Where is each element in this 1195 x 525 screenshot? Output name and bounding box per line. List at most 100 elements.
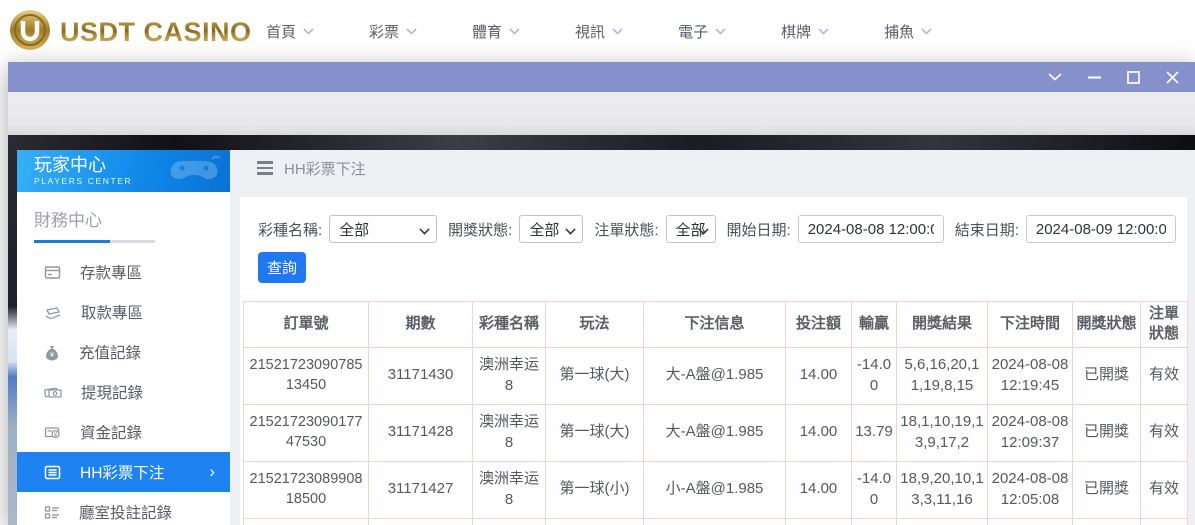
site-logo-text: USDT CASINO xyxy=(60,17,252,47)
cell-issue: 31171428 xyxy=(368,403,473,462)
svg-text:¥: ¥ xyxy=(50,351,54,358)
main-content: HH彩票下注 彩種名稱: 全部 開獎狀態: 全部 注單狀態: 全部 開始日期: … xyxy=(230,150,1195,525)
sidebar-item-withdrawal-records[interactable]: 提現記錄 xyxy=(17,372,230,412)
col-order-status: 注單狀態 xyxy=(1140,301,1188,348)
menu-toggle-icon[interactable] xyxy=(257,161,273,175)
nav-item-cards[interactable]: 棋牌 xyxy=(781,21,829,42)
window-minimize-button[interactable] xyxy=(1086,69,1102,85)
deposit-card-icon xyxy=(44,265,61,279)
order-status-select[interactable]: 全部 xyxy=(665,215,716,243)
chevron-down-icon xyxy=(1048,73,1062,81)
cell-bet-time: 2024-08-08 12:19:45 xyxy=(987,346,1073,405)
nav-item-label: 彩票 xyxy=(369,23,400,41)
cell-bet-info: 小-A盤@1.985 xyxy=(643,460,786,519)
window-collapse-button[interactable] xyxy=(1047,69,1063,85)
minimize-icon xyxy=(1087,76,1101,78)
chevron-down-icon xyxy=(715,27,726,35)
cell-play-type: 第一球(大) xyxy=(545,403,644,462)
sidebar-item-recharge-records[interactable]: ¥ 充值記錄 xyxy=(17,332,230,372)
nav-item-fishing[interactable]: 捕魚 xyxy=(884,21,932,42)
window-maximize-button[interactable] xyxy=(1125,69,1141,85)
cell-bet-amount: 14.00 xyxy=(785,346,852,405)
cell-issue: 31171430 xyxy=(368,346,473,405)
table-header-row: 訂單號 期數 彩種名稱 玩法 下注信息 投注額 輸贏 開獎結果 下注時間 開獎狀… xyxy=(243,301,1188,348)
cell-draw-result: 18,1,10,19,13,9,17,2 xyxy=(896,403,988,462)
chevron-right-icon: › xyxy=(209,462,215,481)
window-titlebar[interactable] xyxy=(8,62,1195,92)
order-status-select-label: 注單狀態: xyxy=(594,221,659,239)
sidebar-item-label: 提現記錄 xyxy=(81,385,144,402)
nav-item-home[interactable]: 首頁 xyxy=(266,21,314,42)
sidebar-item-label: 資金記錄 xyxy=(80,425,143,442)
cell-bet-time: 2024-08-08 12:05:08 xyxy=(987,460,1073,519)
lottery-select-label: 彩種名稱: xyxy=(258,221,323,239)
query-button[interactable]: 查詢 xyxy=(258,252,306,283)
cell-draw-result: 5,6,16,20,11,19,8,15 xyxy=(896,346,988,405)
cell-bet-info: 大-A盤@1.985 xyxy=(643,346,786,405)
order-status-select-value: 全部 xyxy=(675,221,706,239)
table-row: 2152172308990818500 31171427 澳洲幸运8 第一球(小… xyxy=(243,460,1188,519)
nav-item-label: 體育 xyxy=(472,23,503,41)
filter-bar: 彩種名稱: 全部 開獎狀態: 全部 注單狀態: 全部 開始日期: 2024-08… xyxy=(258,215,1176,243)
sidebar-item-hh-lottery-bets[interactable]: HH彩票下注 › xyxy=(17,452,230,492)
site-navbar: USDT CASINO 首頁 彩票 體育 視訊 電子 棋牌 捕魚 xyxy=(0,0,1195,62)
window-content: 玩家中心 PLAYERS CENTER 財務中心 存款專區 取款專區 ¥ 充值記… xyxy=(8,135,1195,525)
cell-lottery-name: 澳洲幸运8 xyxy=(472,403,546,462)
money-bag-icon: ¥ xyxy=(46,345,58,360)
cell-win-loss: -14.00 xyxy=(851,346,897,405)
table-row-partial xyxy=(243,517,1188,525)
close-icon xyxy=(1165,70,1179,84)
cell-win-loss: 13.79 xyxy=(851,403,897,462)
chevron-down-icon xyxy=(612,27,623,35)
start-date-input[interactable] xyxy=(797,215,944,243)
cell-draw-status: 已開獎 xyxy=(1072,346,1141,405)
site-logo[interactable]: USDT CASINO xyxy=(8,8,252,57)
draw-status-select[interactable]: 全部 xyxy=(519,215,584,243)
end-date-input[interactable] xyxy=(1025,215,1176,243)
cell-lottery-name: 澳洲幸运8 xyxy=(472,346,546,405)
cell-draw-status: 已開獎 xyxy=(1072,403,1141,462)
page-title: HH彩票下注 xyxy=(284,160,366,178)
background-page-strip xyxy=(8,135,1195,150)
player-center-sidebar: 玩家中心 PLAYERS CENTER 財務中心 存款專區 取款專區 ¥ 充值記… xyxy=(17,150,230,525)
sidebar-header: 玩家中心 PLAYERS CENTER xyxy=(17,150,230,192)
nav-item-label: 棋牌 xyxy=(781,23,812,41)
sidebar-item-label: 存款專區 xyxy=(80,265,143,282)
start-date-label: 開始日期: xyxy=(726,221,791,239)
nav-item-slots[interactable]: 電子 xyxy=(678,21,726,42)
nav-item-video[interactable]: 視訊 xyxy=(575,21,623,42)
col-bet-time: 下注時間 xyxy=(987,301,1073,348)
hall-records-icon xyxy=(44,505,59,519)
draw-status-select-value: 全部 xyxy=(529,221,560,239)
nav-item-label: 視訊 xyxy=(575,23,606,41)
sidebar-item-withdraw[interactable]: 取款專區 xyxy=(17,292,230,332)
cell-order-id: 2152172308990818500 xyxy=(243,460,369,519)
site-nav-menu: 首頁 彩票 體育 視訊 電子 棋牌 捕魚 xyxy=(266,0,932,62)
col-bet-amount: 投注額 xyxy=(785,301,852,348)
breadcrumb: HH彩票下注 xyxy=(230,150,1195,186)
chevron-down-icon xyxy=(406,27,417,35)
cell-play-type: 第一球(大) xyxy=(545,346,644,405)
cell-draw-status: 已開獎 xyxy=(1072,460,1141,519)
player-center-window: 玩家中心 PLAYERS CENTER 財務中心 存款專區 取款專區 ¥ 充值記… xyxy=(8,62,1195,525)
col-lottery-name: 彩種名稱 xyxy=(472,301,546,348)
nav-item-sports[interactable]: 體育 xyxy=(472,21,520,42)
col-issue: 期數 xyxy=(368,301,473,348)
window-close-button[interactable] xyxy=(1164,69,1180,85)
chevron-down-icon xyxy=(509,27,520,35)
cell-win-loss: -14.00 xyxy=(851,460,897,519)
cell-order-status: 有效 xyxy=(1140,403,1188,462)
nav-item-label: 電子 xyxy=(678,23,709,41)
sidebar-item-deposit[interactable]: 存款專區 xyxy=(17,252,230,292)
nav-item-lottery[interactable]: 彩票 xyxy=(369,21,417,42)
sidebar-item-hall-bet-records[interactable]: 廳室投註記錄 xyxy=(17,492,230,525)
col-play-type: 玩法 xyxy=(545,301,644,348)
cell-order-id: 2152172309017747530 xyxy=(243,403,369,462)
cell-play-type: 第一球(小) xyxy=(545,460,644,519)
cell-bet-amount: 14.00 xyxy=(785,460,852,519)
table-row: 2152172309017747530 31171428 澳洲幸运8 第一球(大… xyxy=(243,403,1188,462)
table-row: 2152172309078513450 31171430 澳洲幸运8 第一球(大… xyxy=(243,346,1188,405)
lottery-select[interactable]: 全部 xyxy=(329,215,438,243)
sidebar-item-funds-records[interactable]: ¥ 資金記錄 xyxy=(17,412,230,452)
sidebar-item-label: HH彩票下注 xyxy=(80,465,165,482)
